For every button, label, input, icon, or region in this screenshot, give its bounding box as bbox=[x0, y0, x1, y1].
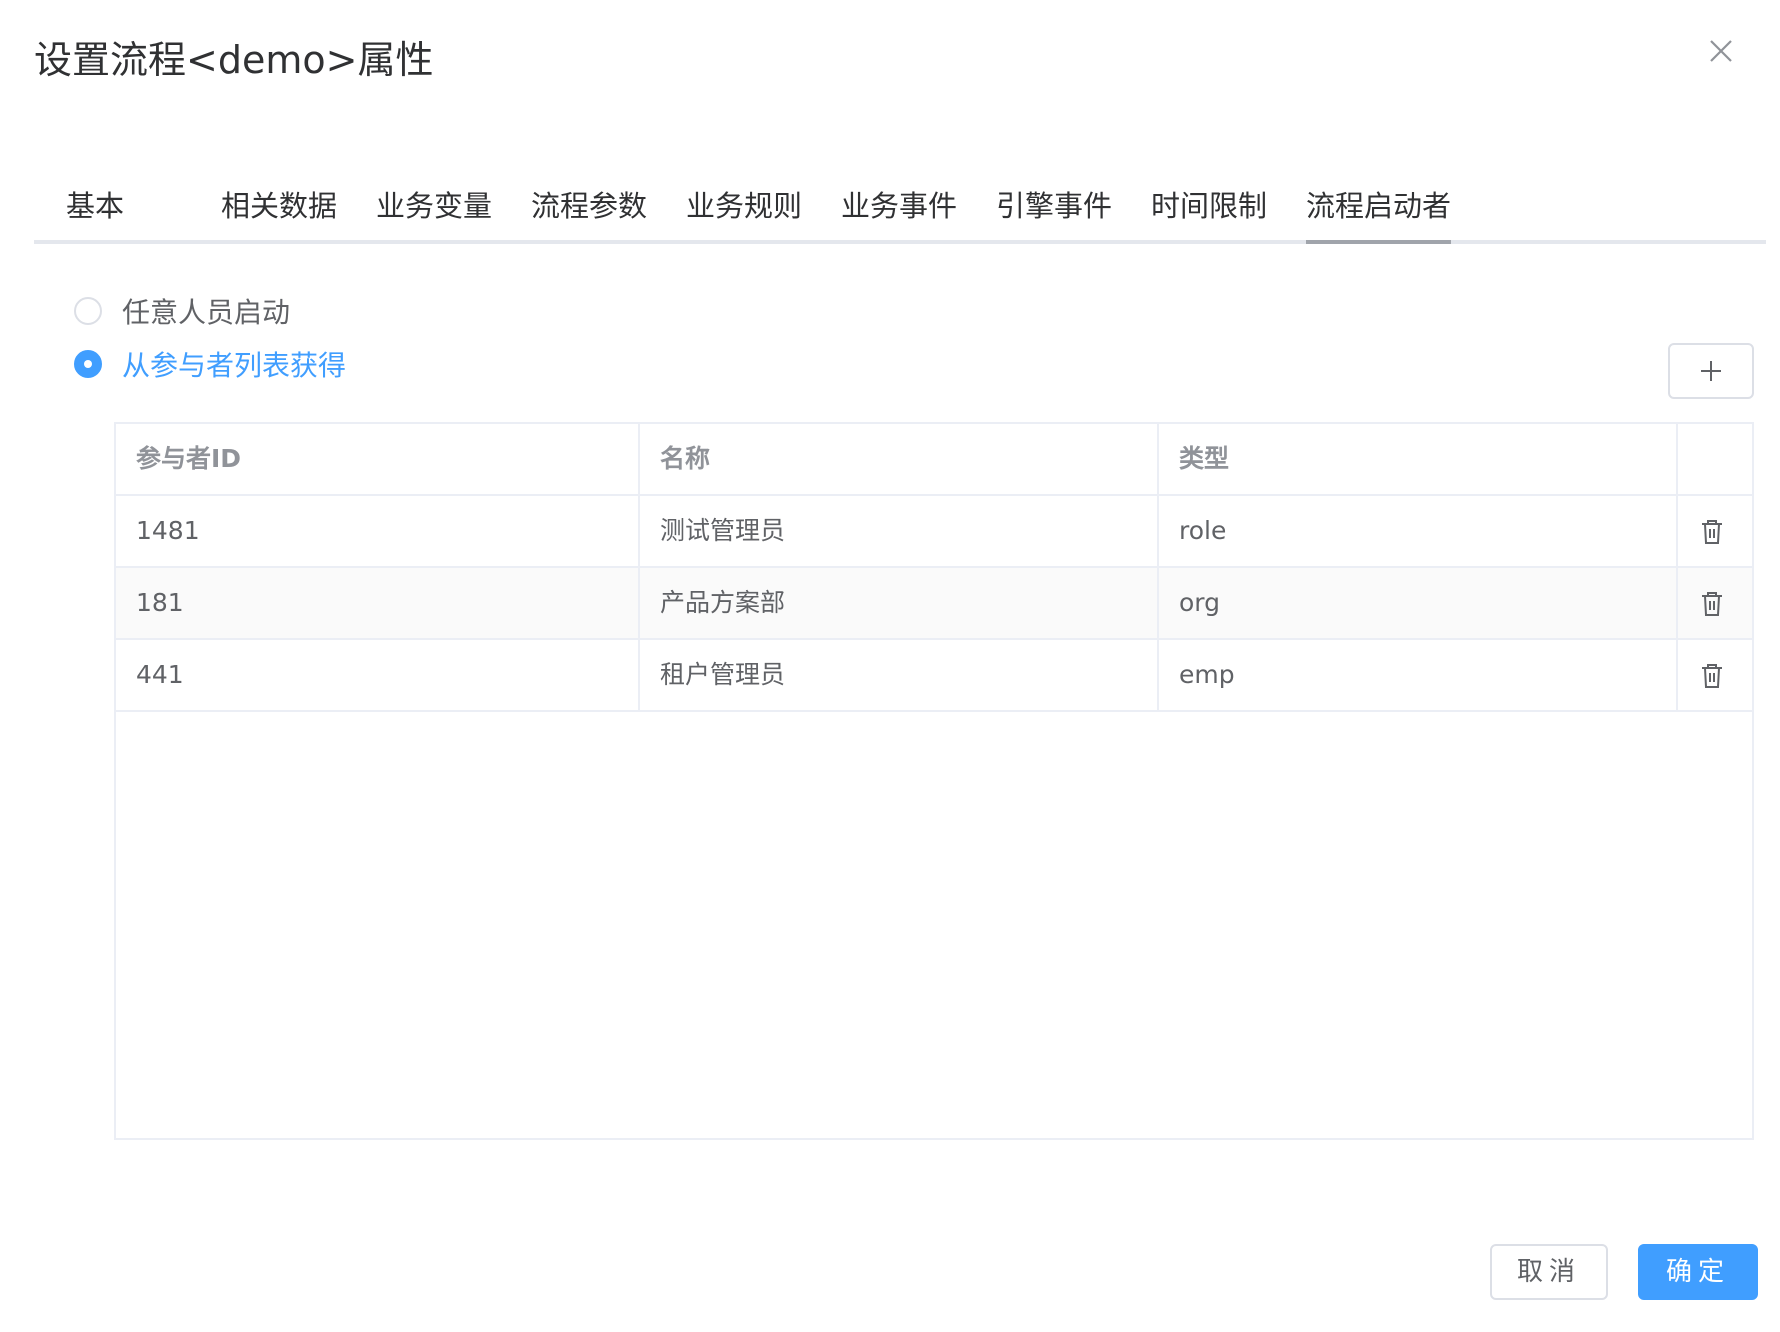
table-row: 441 租户管理员 emp bbox=[116, 640, 1752, 712]
trash-icon bbox=[1702, 592, 1722, 616]
delete-row-button[interactable] bbox=[1700, 519, 1724, 545]
radio-from-participant-list[interactable]: 从参与者列表获得 bbox=[74, 344, 346, 384]
radio-any-person[interactable]: 任意人员启动 bbox=[74, 291, 290, 331]
cell-name: 产品方案部 bbox=[640, 568, 1159, 638]
radio-label-any-person: 任意人员启动 bbox=[122, 296, 291, 329]
trash-icon bbox=[1702, 520, 1722, 544]
tab-process-parameters[interactable]: 流程参数 bbox=[531, 184, 647, 228]
delete-row-button[interactable] bbox=[1700, 591, 1724, 617]
radio-label-from-participant-list: 从参与者列表获得 bbox=[122, 349, 347, 382]
cell-actions bbox=[1678, 568, 1752, 638]
cell-name: 测试管理员 bbox=[640, 496, 1159, 566]
tab-business-events[interactable]: 业务事件 bbox=[841, 184, 957, 228]
tab-business-variables[interactable]: 业务变量 bbox=[376, 184, 492, 228]
cell-actions bbox=[1678, 496, 1752, 566]
process-properties-dialog: 设置流程<demo>属性 基本 相关数据 业务变量 流程参数 业务规则 业务事件… bbox=[0, 0, 1780, 1332]
dialog-title: 设置流程<demo>属性 bbox=[34, 38, 434, 82]
tab-process-starter[interactable]: 流程启动者 bbox=[1306, 184, 1452, 244]
cell-type: emp bbox=[1159, 640, 1678, 710]
column-header-name: 名称 bbox=[640, 424, 1159, 494]
cell-name: 租户管理员 bbox=[640, 640, 1159, 710]
tab-time-limit[interactable]: 时间限制 bbox=[1151, 184, 1267, 228]
participant-table: 参与者ID 名称 类型 1481 测试管理员 role 181 产品方案部 or… bbox=[114, 422, 1754, 1140]
cancel-button[interactable]: 取消 bbox=[1490, 1244, 1608, 1300]
confirm-button[interactable]: 确定 bbox=[1638, 1244, 1758, 1300]
tab-basic[interactable]: 基本 bbox=[66, 184, 124, 228]
column-header-type: 类型 bbox=[1159, 424, 1678, 494]
cell-type: org bbox=[1159, 568, 1678, 638]
cell-participant-id: 441 bbox=[116, 640, 640, 710]
cell-participant-id: 181 bbox=[116, 568, 640, 638]
close-icon bbox=[1710, 40, 1732, 62]
column-header-actions bbox=[1678, 424, 1752, 494]
delete-row-button[interactable] bbox=[1700, 663, 1724, 689]
tab-related-data[interactable]: 相关数据 bbox=[221, 184, 337, 228]
table-row: 1481 测试管理员 role bbox=[116, 496, 1752, 568]
trash-icon bbox=[1702, 664, 1722, 688]
table-row: 181 产品方案部 org bbox=[116, 568, 1752, 640]
tab-business-rules[interactable]: 业务规则 bbox=[686, 184, 802, 228]
cell-actions bbox=[1678, 640, 1752, 710]
tab-engine-events[interactable]: 引擎事件 bbox=[996, 184, 1112, 228]
cell-participant-id: 1481 bbox=[116, 496, 640, 566]
cell-type: role bbox=[1159, 496, 1678, 566]
radio-circle-checked[interactable] bbox=[74, 350, 102, 378]
column-header-participant-id: 参与者ID bbox=[116, 424, 640, 494]
close-button[interactable] bbox=[1706, 36, 1736, 66]
add-participant-button[interactable] bbox=[1668, 343, 1754, 399]
table-header-row: 参与者ID 名称 类型 bbox=[116, 424, 1752, 496]
tab-bar: 基本 相关数据 业务变量 流程参数 业务规则 业务事件 引擎事件 时间限制 流程… bbox=[34, 176, 1766, 244]
radio-circle-unchecked[interactable] bbox=[74, 297, 102, 325]
plus-icon bbox=[1701, 361, 1721, 381]
